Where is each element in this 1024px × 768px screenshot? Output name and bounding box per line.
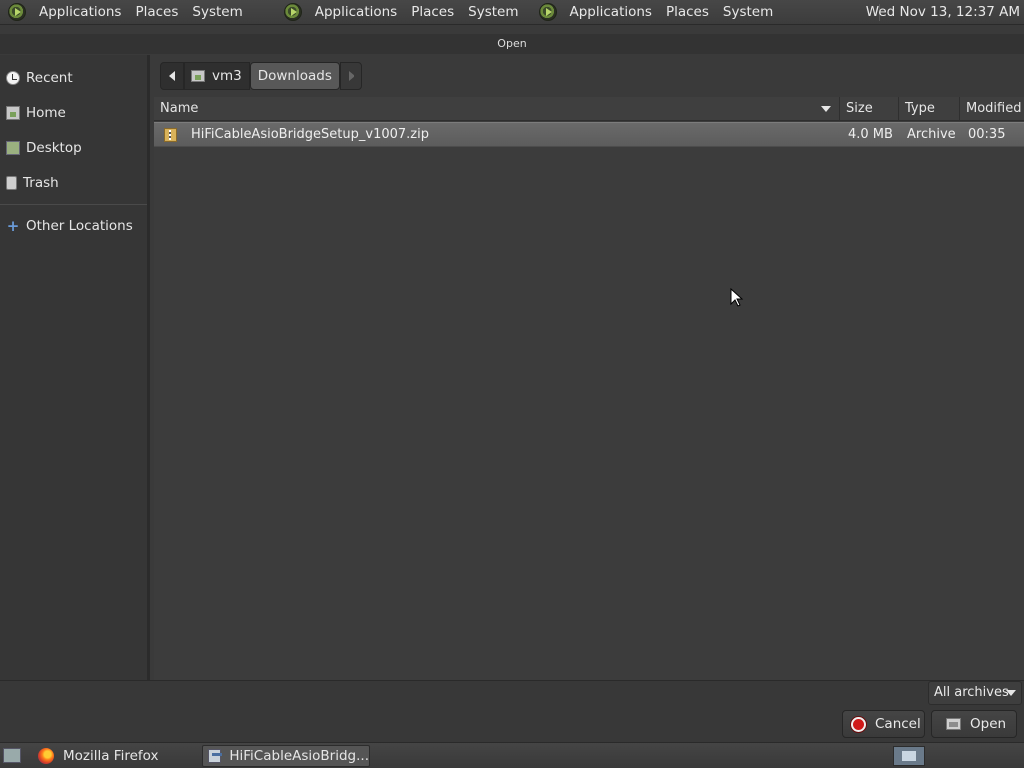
sidebar-item-label: Recent	[26, 70, 73, 86]
sort-descending-icon[interactable]	[821, 106, 831, 112]
menu-group-2: Applications Places System	[283, 0, 526, 25]
menu-places[interactable]: Places	[404, 4, 461, 20]
file-name: HiFiCableAsioBridgeSetup_v1007.zip	[191, 127, 429, 142]
menu-applications[interactable]: Applications	[32, 4, 128, 20]
menu-places[interactable]: Places	[659, 4, 716, 20]
column-modified[interactable]: Modified	[959, 97, 1024, 121]
trash-icon	[6, 176, 17, 190]
chevron-left-icon	[169, 71, 175, 81]
menu-applications[interactable]: Applications	[308, 4, 404, 20]
home-folder-icon	[191, 70, 205, 82]
firefox-icon	[38, 748, 54, 764]
sidebar-item-label: Home	[26, 105, 66, 121]
column-type[interactable]: Type	[898, 97, 959, 121]
breadcrumb-label: vm3	[212, 68, 242, 84]
file-row-selected[interactable]: HiFiCableAsioBridgeSetup_v1007.zip 4.0 M…	[154, 122, 1024, 147]
taskbar-item-firefox[interactable]: Mozilla Firefox	[33, 745, 197, 767]
open-button[interactable]: Open	[931, 710, 1017, 738]
dialog-title: Open	[0, 34, 1024, 54]
sidebar-item-other-locations[interactable]: + Other Locations	[0, 212, 147, 240]
taskbar: Mozilla Firefox HiFiCableAsioBridg...	[0, 742, 1024, 768]
taskbar-item-installer[interactable]: HiFiCableAsioBridg...	[202, 745, 370, 767]
sidebar-item-label: Desktop	[26, 140, 82, 156]
distro-logo-icon[interactable]	[538, 3, 557, 21]
menu-system[interactable]: System	[185, 4, 249, 20]
sidebar-item-label: Other Locations	[26, 218, 133, 234]
sidebar-item-desktop[interactable]: Desktop	[0, 134, 147, 162]
path-back-button[interactable]	[160, 62, 184, 90]
sidebar-divider	[0, 204, 147, 205]
distro-logo-icon[interactable]	[283, 3, 302, 21]
chevron-down-icon	[1006, 690, 1016, 696]
plus-icon: +	[6, 217, 20, 235]
column-header: Name Size Type Modified	[154, 97, 1024, 121]
file-size: 4.0 MB	[848, 127, 893, 142]
cancel-button-label: Cancel	[875, 716, 921, 732]
breadcrumb-label: Downloads	[257, 68, 332, 84]
menu-system[interactable]: System	[461, 4, 525, 20]
cancel-icon	[851, 716, 866, 732]
desktop-icon	[6, 141, 20, 155]
clock-icon	[6, 71, 20, 85]
column-name[interactable]: Name	[154, 97, 839, 121]
menu-applications[interactable]: Applications	[563, 4, 659, 20]
task-label: Mozilla Firefox	[63, 748, 159, 764]
open-button-label: Open	[970, 716, 1007, 732]
open-folder-icon	[946, 718, 961, 730]
menu-system[interactable]: System	[716, 4, 780, 20]
filter-selected-label: All archives	[934, 685, 1009, 700]
file-list[interactable]: Name Size Type Modified HiFiCableAsioBri…	[154, 97, 1024, 680]
show-desktop-icon[interactable]	[3, 748, 21, 763]
places-sidebar: Recent Home Desktop Trash + Other Locati…	[0, 55, 150, 680]
mouse-pointer-icon	[730, 288, 744, 307]
path-bar: vm3 Downloads	[160, 62, 362, 90]
task-label: HiFiCableAsioBridg...	[229, 748, 369, 764]
workspace-switcher-icon[interactable]	[893, 746, 925, 766]
chevron-right-icon	[348, 71, 354, 81]
sidebar-item-home[interactable]: Home	[0, 99, 147, 127]
menu-group-1: Applications Places System	[8, 0, 250, 25]
distro-logo-icon[interactable]	[8, 3, 26, 21]
column-size[interactable]: Size	[839, 97, 898, 121]
top-panel: Applications Places System Applications …	[0, 0, 1024, 25]
sidebar-item-trash[interactable]: Trash	[0, 169, 147, 197]
menu-group-3: Applications Places System	[538, 0, 781, 25]
breadcrumb-home[interactable]: vm3	[184, 62, 250, 90]
file-type: Archive	[907, 127, 956, 142]
clock[interactable]: Wed Nov 13, 12:37 AM	[866, 0, 1020, 25]
breadcrumb-current[interactable]: Downloads	[249, 62, 340, 90]
sidebar-item-recent[interactable]: Recent	[0, 64, 147, 92]
cancel-button[interactable]: Cancel	[842, 710, 925, 738]
menu-places[interactable]: Places	[128, 4, 185, 20]
zip-archive-icon	[164, 128, 177, 142]
installer-window-icon	[208, 749, 223, 763]
file-type-filter-dropdown[interactable]: All archives	[928, 681, 1022, 705]
path-forward-button[interactable]	[339, 62, 362, 90]
file-modified: 00:35	[968, 127, 1006, 142]
sidebar-item-label: Trash	[23, 175, 59, 191]
home-folder-icon	[6, 106, 20, 120]
